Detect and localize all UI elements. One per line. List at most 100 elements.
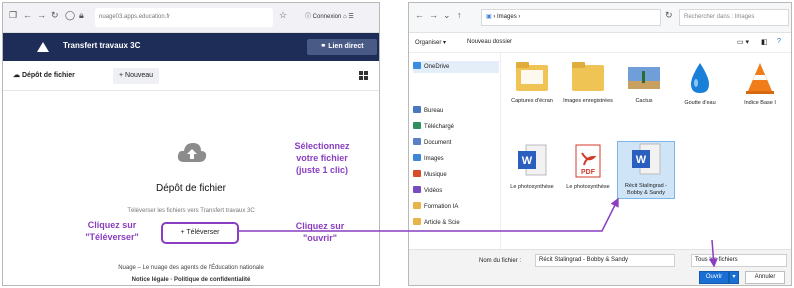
upload-cloud-small-icon: ☁ bbox=[13, 72, 22, 79]
callout-upload: Cliquez sur "Téléverser" bbox=[72, 219, 152, 243]
callout-open: Cliquez sur "ouvrir" bbox=[280, 220, 360, 244]
nav-item-onedrive[interactable]: OneDrive bbox=[413, 61, 499, 73]
cancel-button[interactable]: Annuler bbox=[745, 271, 785, 284]
address-bar[interactable]: nuage03.apps.education.fr bbox=[95, 8, 273, 27]
download-icon bbox=[413, 122, 421, 129]
forward-icon[interactable]: → bbox=[429, 10, 438, 20]
file-type-select[interactable]: Tous les fichiers bbox=[691, 254, 787, 267]
footer-tagline: Nuage – Le nuage des agents de l'Éducati… bbox=[118, 265, 264, 271]
open-dropdown-icon[interactable]: ▾ bbox=[729, 271, 739, 284]
path-text: Images bbox=[497, 14, 517, 20]
nav-label: Bureau bbox=[424, 108, 444, 114]
depot-tab-label: Dépôt de fichier bbox=[21, 72, 75, 79]
file-item-photosynthese-pdf[interactable]: PDF Le photosynthèse bbox=[559, 143, 617, 191]
direct-link-button[interactable]: ⚭ Lien direct bbox=[307, 39, 377, 55]
svg-text:W: W bbox=[636, 154, 647, 166]
nav-item-images[interactable]: Images bbox=[413, 153, 444, 165]
nav-label: Document bbox=[424, 140, 452, 146]
svg-text:W: W bbox=[522, 155, 533, 167]
callout-select: Sélectionnez votre fichier (juste 1 clic… bbox=[272, 140, 372, 176]
music-icon bbox=[413, 170, 421, 177]
login-label: Connexion bbox=[312, 14, 342, 20]
svg-text:PDF: PDF bbox=[581, 169, 596, 176]
new-button[interactable]: + Nouveau bbox=[113, 68, 160, 84]
folder-icon bbox=[413, 202, 421, 209]
back-icon[interactable]: ← bbox=[415, 10, 424, 20]
empty-state-title: Dépôt de fichier bbox=[155, 183, 227, 194]
browser-toolbar: ❐ ← → ↻ ◯ 🔒︎ nuage03.apps.education.fr ☆… bbox=[3, 3, 379, 33]
account-icon: ⓘ bbox=[305, 14, 313, 20]
reload-icon[interactable]: ↻ bbox=[51, 10, 59, 21]
folder-icon bbox=[572, 62, 604, 91]
file-label: Captures d'écran bbox=[511, 98, 553, 104]
word-document-icon: W bbox=[518, 144, 547, 176]
nav-item-bureau[interactable]: Bureau bbox=[413, 105, 443, 117]
nav-item-documents[interactable]: Document bbox=[413, 137, 451, 149]
path-breadcrumb[interactable]: ▣ › Images › bbox=[481, 9, 661, 26]
refresh-icon[interactable]: ↻ bbox=[665, 10, 673, 21]
help-icon[interactable]: ? bbox=[777, 38, 781, 45]
video-icon bbox=[413, 186, 421, 193]
file-label: Images enregistrées bbox=[563, 98, 613, 104]
chevron-down-icon[interactable]: ⌄ bbox=[443, 10, 451, 21]
up-icon[interactable]: ↑ bbox=[457, 10, 462, 20]
callout-line: votre fichier bbox=[296, 153, 348, 163]
back-icon[interactable]: ← bbox=[23, 10, 32, 20]
file-label: Récit Stalingrad - Bobby & Sandy bbox=[624, 183, 668, 196]
file-item-cone[interactable]: Indice Base I bbox=[731, 61, 789, 107]
nav-item-article[interactable]: Article & Scie bbox=[413, 217, 460, 229]
app-title: Transfert travaux 3C bbox=[63, 41, 141, 50]
nav-item-musique[interactable]: Musique bbox=[413, 169, 447, 181]
organize-button[interactable]: Organiser ▾ bbox=[415, 39, 446, 46]
depot-tab[interactable]: ☁ Dépôt de fichier bbox=[13, 71, 75, 79]
login-link[interactable]: ⓘ Connexion ⌂ ☰ bbox=[305, 11, 354, 20]
callout-line: Cliquez sur bbox=[295, 221, 345, 231]
search-input[interactable]: Rechercher dans : Images bbox=[679, 9, 789, 26]
file-label: Indice Base I bbox=[744, 100, 776, 106]
file-item-captures[interactable]: Captures d'écran bbox=[503, 61, 561, 105]
grid-view-icon[interactable] bbox=[359, 71, 368, 80]
file-label: Goutte d'eau bbox=[684, 100, 716, 106]
app-header: Transfert travaux 3C ⚭ Lien direct bbox=[3, 33, 379, 61]
url-text: nuage03.apps.education.fr bbox=[99, 14, 171, 20]
callout-line: "Téléverser" bbox=[85, 232, 139, 242]
file-item-recit-stalingrad-selected[interactable]: W Récit Stalingrad - Bobby & Sandy bbox=[617, 141, 675, 199]
file-item-goutte[interactable]: Goutte d'eau bbox=[671, 61, 729, 107]
files-toolbar: ☁ Dépôt de fichier + Nouveau bbox=[3, 61, 379, 91]
nav-item-telecharge[interactable]: Téléchargé bbox=[413, 121, 454, 133]
empty-state-subtitle: Téléverser les fichiers vers Transfert t… bbox=[127, 208, 255, 214]
nav-label: Musique bbox=[424, 172, 447, 178]
desktop-icon bbox=[413, 106, 421, 113]
open-button[interactable]: Ouvrir bbox=[699, 271, 729, 284]
documents-icon bbox=[413, 138, 421, 145]
tab-icon[interactable]: ❐ bbox=[9, 10, 17, 21]
callout-line: (juste 1 clic) bbox=[295, 165, 349, 175]
nav-item-formation[interactable]: Formation IA bbox=[413, 201, 458, 213]
word-document-icon: W bbox=[632, 143, 661, 175]
footer-legal-links[interactable]: Notice légale · Politique de confidentia… bbox=[3, 277, 379, 283]
file-item-photosynthese-doc[interactable]: W Le photosynthèse bbox=[503, 143, 561, 191]
file-label: Cactus bbox=[635, 98, 653, 104]
pdf-document-icon: PDF bbox=[575, 144, 601, 178]
star-icon[interactable]: ☆ bbox=[279, 10, 287, 21]
shield-icon: ◯ bbox=[65, 10, 76, 20]
dialog-bottom-bar: Nom du fichier : Récit Stalingrad - Bobb… bbox=[409, 249, 791, 285]
direct-link-label: Lien direct bbox=[328, 43, 364, 50]
nav-item-videos[interactable]: Vidéos bbox=[413, 185, 442, 197]
preview-pane-icon[interactable]: ◧ bbox=[761, 38, 768, 46]
view-options-icon[interactable]: ▭ ▾ bbox=[737, 38, 749, 46]
pictures-icon bbox=[413, 154, 421, 161]
explorer-address-bar: ← → ⌄ ↑ ▣ › Images › ↻ Rechercher dans :… bbox=[409, 3, 791, 33]
file-item-images-enregistrees[interactable]: Images enregistrées bbox=[559, 61, 617, 105]
nav-label: OneDrive bbox=[424, 64, 450, 70]
forward-icon[interactable]: → bbox=[37, 10, 46, 20]
upload-button[interactable]: + Téléverser bbox=[161, 222, 239, 244]
filename-input[interactable]: Récit Stalingrad - Bobby & Sandy bbox=[535, 254, 675, 267]
new-folder-button[interactable]: Nouveau dossier bbox=[467, 39, 512, 45]
onedrive-icon bbox=[413, 62, 421, 69]
traffic-cone-icon bbox=[746, 63, 774, 94]
folder-icon bbox=[413, 218, 421, 225]
navigation-pane: OneDrive Bureau Téléchargé Document Imag… bbox=[409, 53, 501, 249]
file-item-cactus[interactable]: Cactus bbox=[615, 61, 673, 105]
callout-line: Sélectionnez bbox=[294, 141, 350, 151]
